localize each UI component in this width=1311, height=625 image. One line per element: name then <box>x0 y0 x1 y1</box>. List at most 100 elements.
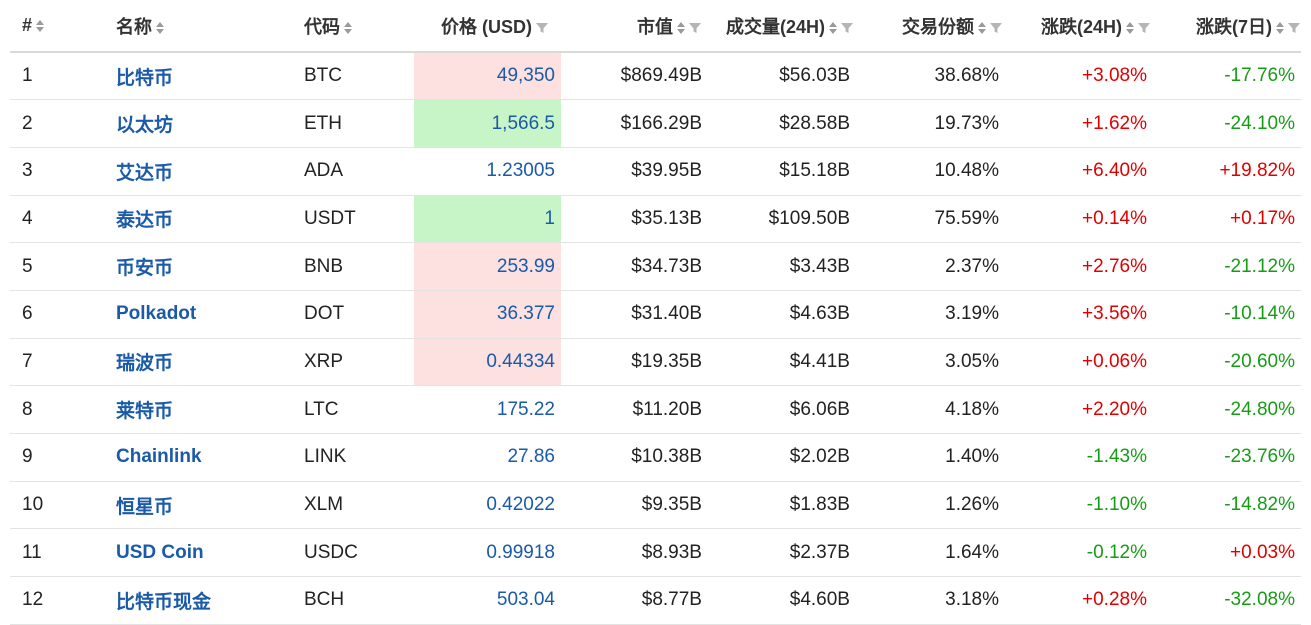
filter-icon[interactable] <box>1287 21 1301 35</box>
column-header-volume[interactable]: 成交量(24H) <box>708 0 856 53</box>
market-cap-cell: $11.20B <box>561 385 708 434</box>
table-body: 1 比特币 BTC 49,350 $869.49B $56.03B 38.68%… <box>10 52 1301 625</box>
coin-name-link[interactable]: 泰达币 <box>116 210 173 231</box>
table-row: 6 Polkadot DOT 36.377 $31.40B $4.63B 3.1… <box>10 290 1301 339</box>
change-7d-cell: +0.17% <box>1153 195 1301 244</box>
coin-name-link[interactable]: 以太坊 <box>116 115 173 136</box>
filter-icon[interactable] <box>989 21 1003 35</box>
price-cell: 0.99918 <box>414 528 561 578</box>
symbol-cell: BNB <box>304 242 414 291</box>
coin-name-link[interactable]: 比特币现金 <box>116 592 211 613</box>
price-cell: 503.04 <box>414 576 561 625</box>
sort-icon[interactable] <box>344 21 352 35</box>
coin-name-link[interactable]: 莱特币 <box>116 401 173 422</box>
sort-icon[interactable] <box>978 21 986 35</box>
table-row: 9 Chainlink LINK 27.86 $10.38B $2.02B 1.… <box>10 433 1301 482</box>
name-cell[interactable]: 瑞波币 <box>104 338 304 387</box>
coin-name-link[interactable]: Polkadot <box>116 303 196 324</box>
name-cell[interactable]: 以太坊 <box>104 99 304 148</box>
column-header-name[interactable]: 名称 <box>104 0 304 53</box>
column-header-label: 成交量(24H) <box>725 16 825 37</box>
table-header: # 名称 代码 价格 (USD) 市值 成交量(24H) 交易份额 涨跌(24H… <box>10 0 1301 53</box>
market-cap-cell: $10.38B <box>561 433 708 482</box>
price-cell: 0.42022 <box>414 481 561 530</box>
change-24h-cell: -0.12% <box>1005 528 1153 578</box>
coin-name-link[interactable]: 恒星币 <box>116 497 173 518</box>
price-cell: 1 <box>414 195 561 244</box>
rank-cell: 1 <box>10 52 104 101</box>
filter-icon[interactable] <box>688 21 702 35</box>
column-header-change-7d[interactable]: 涨跌(7日) <box>1153 0 1301 53</box>
volume-cell: $4.60B <box>708 576 856 625</box>
share-cell: 3.19% <box>856 290 1005 339</box>
symbol-cell: LINK <box>304 433 414 482</box>
name-cell[interactable]: 恒星币 <box>104 481 304 530</box>
column-header-price[interactable]: 价格 (USD) <box>414 0 561 53</box>
symbol-cell: ADA <box>304 147 414 196</box>
coin-name-link[interactable]: 艾达币 <box>116 163 173 184</box>
column-header-change-24h[interactable]: 涨跌(24H) <box>1005 0 1153 53</box>
coin-name-link[interactable]: 瑞波币 <box>116 353 173 374</box>
change-24h-cell: +3.56% <box>1005 290 1153 339</box>
market-cap-cell: $35.13B <box>561 195 708 244</box>
symbol-cell: XLM <box>304 481 414 530</box>
change-24h-cell: +2.20% <box>1005 385 1153 434</box>
column-header-label: # <box>22 15 33 35</box>
symbol-cell: USDC <box>304 528 414 578</box>
rank-cell: 8 <box>10 385 104 434</box>
column-header-label: 交易份额 <box>902 16 974 37</box>
column-header-symbol[interactable]: 代码 <box>304 0 414 53</box>
column-header-share[interactable]: 交易份额 <box>856 0 1005 53</box>
name-cell[interactable]: Polkadot <box>104 290 304 339</box>
column-header-rank[interactable]: # <box>10 0 104 53</box>
filter-icon[interactable] <box>840 21 854 35</box>
sort-icon[interactable] <box>156 21 164 35</box>
change-7d-cell: -32.08% <box>1153 576 1301 625</box>
change-24h-cell: +1.62% <box>1005 99 1153 148</box>
price-cell: 0.44334 <box>414 338 561 387</box>
sort-icon[interactable] <box>829 21 837 35</box>
column-header-market-cap[interactable]: 市值 <box>561 0 708 53</box>
table-row: 5 币安币 BNB 253.99 $34.73B $3.43B 2.37% +2… <box>10 242 1301 291</box>
column-header-label: 代码 <box>304 16 340 37</box>
table-row: 11 USD Coin USDC 0.99918 $8.93B $2.37B 1… <box>10 528 1301 578</box>
name-cell[interactable]: 艾达币 <box>104 147 304 196</box>
sort-icon[interactable] <box>1276 21 1284 35</box>
change-24h-cell: -1.10% <box>1005 481 1153 530</box>
change-24h-cell: +0.14% <box>1005 195 1153 244</box>
coin-name-link[interactable]: USD Coin <box>116 542 204 563</box>
sort-icon[interactable] <box>1126 21 1134 35</box>
sort-icon[interactable] <box>677 21 685 35</box>
column-header-label: 涨跌(24H) <box>1040 16 1122 37</box>
change-7d-cell: +0.03% <box>1153 528 1301 578</box>
volume-cell: $1.83B <box>708 481 856 530</box>
change-24h-cell: -1.43% <box>1005 433 1153 482</box>
volume-cell: $6.06B <box>708 385 856 434</box>
change-24h-cell: +3.08% <box>1005 52 1153 101</box>
name-cell[interactable]: 泰达币 <box>104 195 304 244</box>
market-cap-cell: $19.35B <box>561 338 708 387</box>
sort-icon[interactable] <box>36 19 45 33</box>
name-cell[interactable]: 比特币 <box>104 52 304 101</box>
table-row: 8 莱特币 LTC 175.22 $11.20B $6.06B 4.18% +2… <box>10 385 1301 434</box>
coin-name-link[interactable]: 币安币 <box>116 258 173 279</box>
name-cell[interactable]: 币安币 <box>104 242 304 291</box>
filter-icon[interactable] <box>1137 21 1151 35</box>
rank-cell: 12 <box>10 576 104 625</box>
coin-name-link[interactable]: Chainlink <box>116 446 202 467</box>
name-cell[interactable]: 比特币现金 <box>104 576 304 625</box>
rank-cell: 6 <box>10 290 104 339</box>
market-cap-cell: $31.40B <box>561 290 708 339</box>
rank-cell: 7 <box>10 338 104 387</box>
price-cell: 253.99 <box>414 242 561 291</box>
share-cell: 1.64% <box>856 528 1005 578</box>
name-cell[interactable]: Chainlink <box>104 433 304 482</box>
change-24h-cell: +0.06% <box>1005 338 1153 387</box>
name-cell[interactable]: 莱特币 <box>104 385 304 434</box>
share-cell: 75.59% <box>856 195 1005 244</box>
name-cell[interactable]: USD Coin <box>104 528 304 578</box>
table-row: 4 泰达币 USDT 1 $35.13B $109.50B 75.59% +0.… <box>10 195 1301 244</box>
crypto-market-table: # 名称 代码 价格 (USD) 市值 成交量(24H) 交易份额 涨跌(24H… <box>10 0 1301 625</box>
coin-name-link[interactable]: 比特币 <box>116 68 173 89</box>
filter-icon[interactable] <box>535 21 549 35</box>
